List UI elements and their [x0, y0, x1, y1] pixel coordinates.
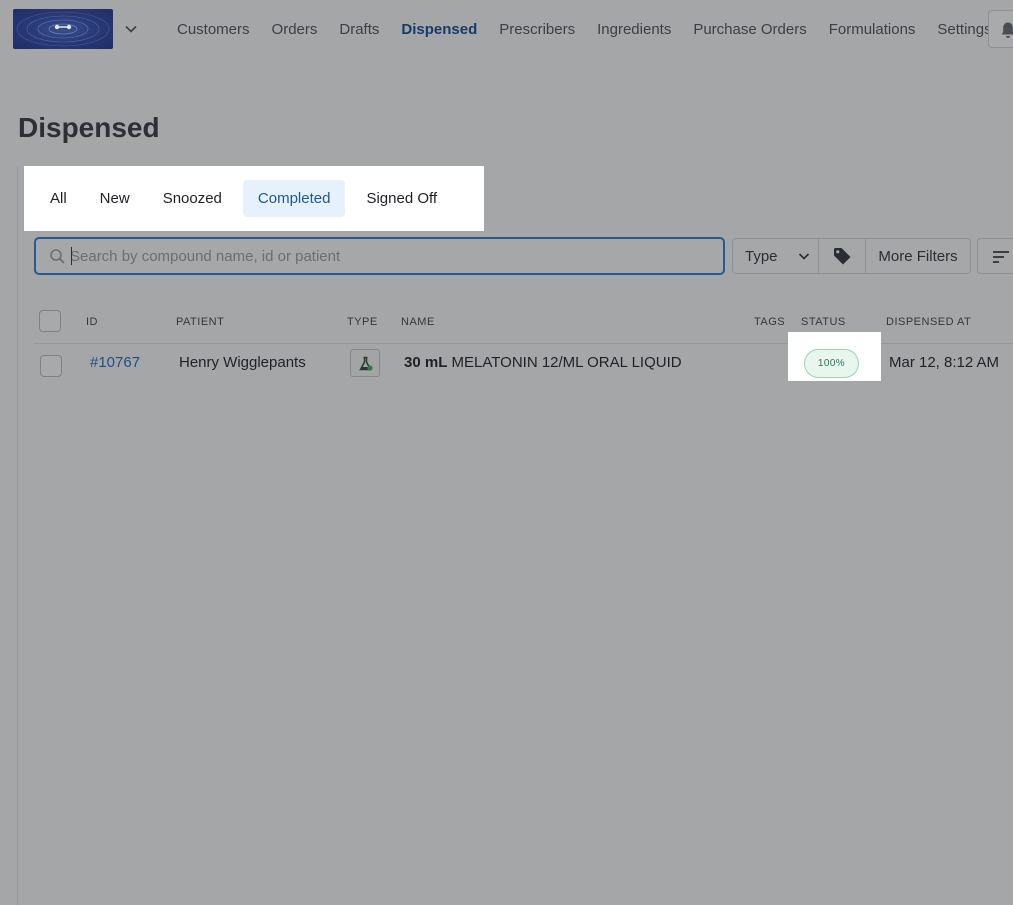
tab-signed-off[interactable]: Signed Off	[354, 180, 449, 217]
nav-drafts[interactable]: Drafts	[328, 19, 390, 41]
column-header-status[interactable]: STATUS	[801, 316, 846, 328]
content-panel-border	[17, 166, 18, 905]
nav-purchase-orders[interactable]: Purchase Orders	[682, 19, 817, 41]
filter-bar: Type More Filters	[732, 238, 971, 274]
chevron-down-icon[interactable]	[123, 21, 139, 37]
status-tabs: All New Snoozed Completed Signed Off	[24, 166, 484, 231]
column-header-dispensed-at[interactable]: DISPENSED AT	[886, 316, 971, 328]
nav-dispensed[interactable]: Dispensed	[390, 19, 488, 41]
row-compound-title: MELATONIN 12/ML ORAL LIQUID	[451, 354, 682, 371]
top-navigation: Customers Orders Drafts Dispensed Prescr…	[0, 0, 1013, 60]
page-title: Dispensed	[18, 112, 160, 143]
row-dispensed-at: Mar 12, 8:12 AM	[889, 354, 1000, 371]
tag-icon	[834, 248, 851, 265]
row-compound-name: 30 mL MELATONIN 12/ML ORAL LIQUID	[404, 354, 682, 372]
more-filters-button[interactable]: More Filters	[866, 238, 971, 274]
nav-orders[interactable]: Orders	[261, 19, 329, 41]
search-input[interactable]	[70, 239, 710, 273]
notifications-button[interactable]	[988, 10, 1013, 48]
search-icon	[50, 249, 65, 264]
select-all-checkbox[interactable]	[39, 310, 61, 332]
column-header-tags[interactable]: TAGS	[754, 316, 785, 328]
tab-new[interactable]: New	[88, 180, 142, 217]
row-status-cell: 100%	[788, 332, 881, 381]
nav-prescribers[interactable]: Prescribers	[488, 19, 586, 41]
column-header-name[interactable]: NAME	[401, 316, 435, 328]
main-nav: Customers Orders Drafts Dispensed Prescr…	[166, 19, 1003, 41]
type-filter-label: Type	[745, 247, 778, 265]
type-filter-dropdown[interactable]: Type	[732, 238, 819, 274]
row-checkbox[interactable]	[40, 355, 62, 377]
nav-customers[interactable]: Customers	[166, 19, 261, 41]
column-header-patient[interactable]: PATIENT	[176, 316, 224, 328]
tab-completed[interactable]: Completed	[242, 180, 346, 217]
bell-icon	[1001, 22, 1013, 38]
text-cursor	[71, 247, 72, 265]
row-id-link[interactable]: #10767	[90, 354, 140, 372]
tab-all[interactable]: All	[38, 180, 79, 217]
row-patient: Henry Wigglepants	[179, 354, 306, 371]
compound-flask-icon	[350, 349, 380, 377]
chevron-down-icon	[798, 253, 810, 260]
nav-formulations[interactable]: Formulations	[818, 19, 927, 41]
status-badge: 100%	[804, 349, 859, 378]
sort-button[interactable]	[977, 238, 1013, 274]
tab-snoozed[interactable]: Snoozed	[151, 180, 234, 217]
sort-icon	[993, 251, 1009, 263]
tags-filter-button[interactable]	[819, 238, 866, 274]
row-quantity: 30 mL	[404, 354, 448, 371]
company-logo[interactable]	[13, 9, 113, 49]
column-header-id[interactable]: ID	[86, 316, 98, 328]
search-box	[34, 237, 725, 275]
column-header-type[interactable]: TYPE	[347, 316, 378, 328]
nav-ingredients[interactable]: Ingredients	[586, 19, 682, 41]
logo-graphic	[16, 11, 110, 47]
